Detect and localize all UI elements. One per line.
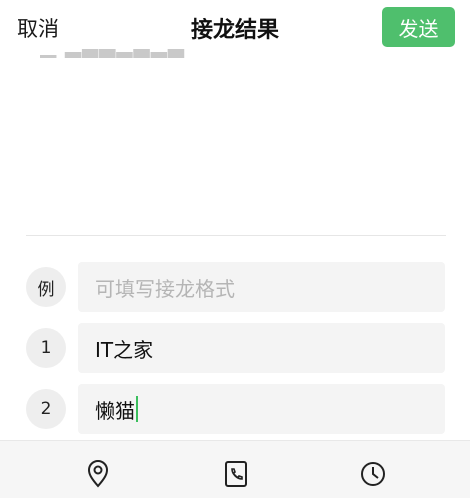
divider [26,235,446,236]
clock-icon[interactable] [358,459,388,489]
phone-icon[interactable] [221,459,251,489]
example-row: 例 可填写接龙格式 [26,262,446,312]
row-badge: 1 [26,328,66,368]
entry-value: IT之家 [95,337,154,362]
scrolled-description-text: ▁ ▂▃▃▂▃▂▃ ▃ [40,44,185,58]
row-badge: 例 [26,267,66,307]
text-caret [136,396,138,422]
row-badge: 2 [26,389,66,429]
entry-row: 1 IT之家 [26,323,446,373]
entry-value: 懒猫 [95,398,135,423]
cancel-button[interactable]: 取消 [17,13,59,43]
location-icon[interactable] [83,459,113,489]
entry-row: 2 懒猫 [26,384,446,434]
entry-input[interactable]: IT之家 [78,323,445,373]
entry-input-active[interactable]: 懒猫 [78,384,445,434]
description-area[interactable] [26,57,446,235]
bottom-toolbar [0,440,470,498]
example-format-input[interactable]: 可填写接龙格式 [78,262,445,312]
send-button[interactable]: 发送 [382,7,455,47]
